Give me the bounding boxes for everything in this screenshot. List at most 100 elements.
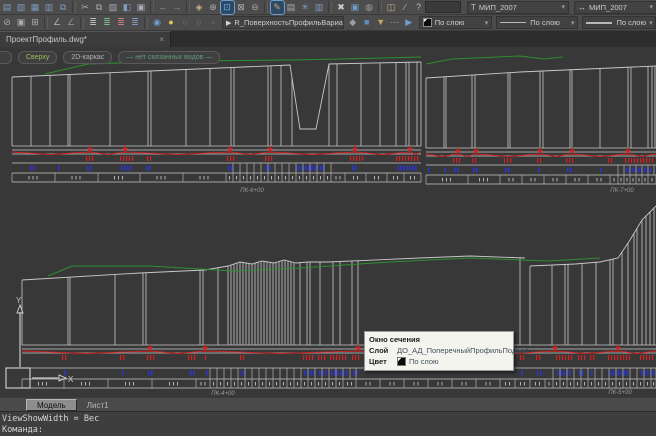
station-label: ПК-5+00 <box>608 390 632 396</box>
chevron-down-icon: ▾ <box>568 19 575 27</box>
block-editor-icon[interactable]: ▣ <box>135 1 148 14</box>
layer-freeze-icon[interactable]: ○ <box>179 16 192 29</box>
color-dropdown[interactable]: По слою ▾ <box>419 16 493 29</box>
open-icon[interactable]: ▧ <box>15 1 28 14</box>
tab-model[interactable]: Модель <box>26 399 77 411</box>
layer-dots-icon[interactable]: ⋯ <box>388 16 401 29</box>
close-icon[interactable]: × <box>159 35 164 44</box>
dim-style-dropdown[interactable]: ↔ МИП_2007 ▾ <box>574 1 656 14</box>
profile-top-left: ПК-6+00 <box>12 57 421 194</box>
paste-icon[interactable]: ▨ <box>107 1 120 14</box>
standard-toolbar-icons: ▤▧▦▥⧉✂⧉▨◧▣←→◈⊕⊡⊠⊖✎▤✳▥✖▣◍◫∕ <box>0 1 412 14</box>
sketch-icon[interactable]: ∕ <box>399 1 412 14</box>
layer-state-4-icon[interactable]: ≣ <box>129 16 142 29</box>
section-icon[interactable]: ◫ <box>385 1 398 14</box>
tab-layout1[interactable]: Лист1 <box>77 401 119 410</box>
quick-text-input[interactable] <box>425 1 461 13</box>
zoom-previous-icon[interactable]: ⊖ <box>249 1 262 14</box>
viewport-menu-control[interactable] <box>0 51 12 64</box>
bylayer-color-swatch <box>423 18 432 27</box>
pan-icon[interactable]: ◈ <box>193 1 206 14</box>
toolbox-icon[interactable]: ✖ <box>335 1 348 14</box>
layer-state-1-icon[interactable]: ≣ <box>87 16 100 29</box>
chevron-down-icon: ▾ <box>559 3 566 11</box>
linetype-sample-icon <box>500 22 526 23</box>
toolbar-separator <box>264 1 268 13</box>
layer-dropdown-value: R_ПоверхностьПрофильВариант... <box>234 18 343 27</box>
angle-leader-2-icon[interactable]: ∠ <box>65 16 78 29</box>
cut-icon[interactable]: ✂ <box>79 1 92 14</box>
layer-cursor-icon[interactable]: ▶ <box>402 16 415 29</box>
chevron-down-icon: ▾ <box>482 19 489 27</box>
toolbar-separator <box>328 1 332 13</box>
chevron-down-icon: ▾ <box>646 19 653 27</box>
toolbar-separator <box>150 1 154 13</box>
plot-icon[interactable]: ▦ <box>29 1 42 14</box>
zoom-window-icon[interactable]: ⊡ <box>221 1 234 14</box>
toolbar-separator <box>44 17 48 29</box>
drawing-canvas[interactable]: ПК-6+00ПК-7+00ПК-4+00ПК-5+00YX Сверху 2D… <box>0 47 656 397</box>
tooltip-color-value: По слою <box>409 357 439 366</box>
plot-preview-icon[interactable]: ▥ <box>43 1 56 14</box>
document-tab-bar: ПроектПрофиль.dwg* × <box>0 31 656 47</box>
lineweight-dropdown[interactable]: По слою ▾ <box>582 16 656 29</box>
chevron-down-icon: ▾ <box>646 3 653 11</box>
layer-on-bulb-icon[interactable]: ● <box>165 16 178 29</box>
zoom-dynamic-icon[interactable]: ⊠ <box>235 1 248 14</box>
layer-cursor-icon: ▶ <box>226 19 231 27</box>
help-button[interactable]: ? <box>416 2 421 12</box>
linked-views-control[interactable]: — нет связанных видов — <box>118 51 220 64</box>
make-layer-current-icon[interactable]: ◆ <box>346 16 359 29</box>
copy-icon[interactable]: ⧉ <box>93 1 106 14</box>
layer-lock-icon[interactable]: ○ <box>193 16 206 29</box>
window-icon[interactable]: ▣ <box>349 1 362 14</box>
document-tab-active[interactable]: ПроектПрофиль.dwg* × <box>0 31 171 47</box>
angle-leader-1-icon[interactable]: ∠ <box>51 16 64 29</box>
tool-palettes-icon[interactable]: ▥ <box>313 1 326 14</box>
linetype-dropdown[interactable]: По слою ▾ <box>496 16 578 29</box>
color-dropdown-value: По слою <box>435 18 465 27</box>
toolbar-separator <box>144 17 148 29</box>
command-prompt: Команда: <box>2 425 43 435</box>
viewport-controls: Сверху 2D-каркас — нет связанных видов — <box>0 51 226 64</box>
layer-paint-icon[interactable]: ▼ <box>374 16 387 29</box>
redo-icon[interactable]: → <box>171 1 184 14</box>
layer-color-box-icon[interactable]: ▫ <box>207 16 220 29</box>
profile-top-right: ПК-7+00 <box>426 56 656 194</box>
lineweight-dropdown-value: По слою <box>616 18 646 27</box>
standard-toolbar: ▤▧▦▥⧉✂⧉▨◧▣←→◈⊕⊡⊠⊖✎▤✳▥✖▣◍◫∕ ? T МИП_2007 … <box>0 0 656 15</box>
text-style-dropdown[interactable]: T МИП_2007 ▾ <box>467 1 569 14</box>
publish-icon[interactable]: ⧉ <box>57 1 70 14</box>
layer-previous-icon[interactable]: ■ <box>360 16 373 29</box>
bylayer-color-swatch <box>397 357 406 366</box>
visual-style-control[interactable]: 2D-каркас <box>63 51 112 64</box>
layer-state-3-icon[interactable]: ≣ <box>115 16 128 29</box>
view-control[interactable]: Сверху <box>18 51 57 64</box>
layers-toolbar: ⊘▣⊞∠∠≣≣≣≣◉●○○▫ ▶ R_ПоверхностьПрофильВар… <box>0 15 656 31</box>
ucs-icon: YX <box>6 296 74 388</box>
toolbar-separator <box>80 17 84 29</box>
layer-tools-icons: ⊘▣⊞∠∠≣≣≣≣◉●○○▫ <box>0 16 220 29</box>
zoom-realtime-icon[interactable]: ⊕ <box>207 1 220 14</box>
design-center-icon[interactable]: ✳ <box>299 1 312 14</box>
text-style-icon: T <box>471 3 476 12</box>
edit-pencil-icon[interactable]: ✎ <box>271 1 284 14</box>
tooltip-color-label: Цвет <box>369 357 397 366</box>
station-label: ПК-6+00 <box>240 188 264 194</box>
layer-dropdown[interactable]: ▶ R_ПоверхностьПрофильВариант... ▾ <box>222 16 344 29</box>
linetype-dropdown-value: По слою <box>530 18 560 27</box>
no-selection-icon[interactable]: ⊘ <box>1 16 14 29</box>
render-globe-icon[interactable]: ◍ <box>363 1 376 14</box>
command-line[interactable]: ViewShowWidth = Вес Команда: <box>0 411 656 436</box>
layer-link-icon[interactable]: ◉ <box>151 16 164 29</box>
text-style-value: МИП_2007 <box>479 3 517 12</box>
undo-icon[interactable]: ← <box>157 1 170 14</box>
selection-window-icon[interactable]: ▣ <box>15 16 28 29</box>
snap-point-icon[interactable]: ⊞ <box>29 16 42 29</box>
tooltip-layer-label: Слой <box>369 346 397 355</box>
properties-icon[interactable]: ▤ <box>285 1 298 14</box>
match-properties-icon[interactable]: ◧ <box>121 1 134 14</box>
save-icon[interactable]: ▤ <box>1 1 14 14</box>
layer-state-2-icon[interactable]: ≣ <box>101 16 114 29</box>
station-label: ПК-7+00 <box>610 188 634 194</box>
